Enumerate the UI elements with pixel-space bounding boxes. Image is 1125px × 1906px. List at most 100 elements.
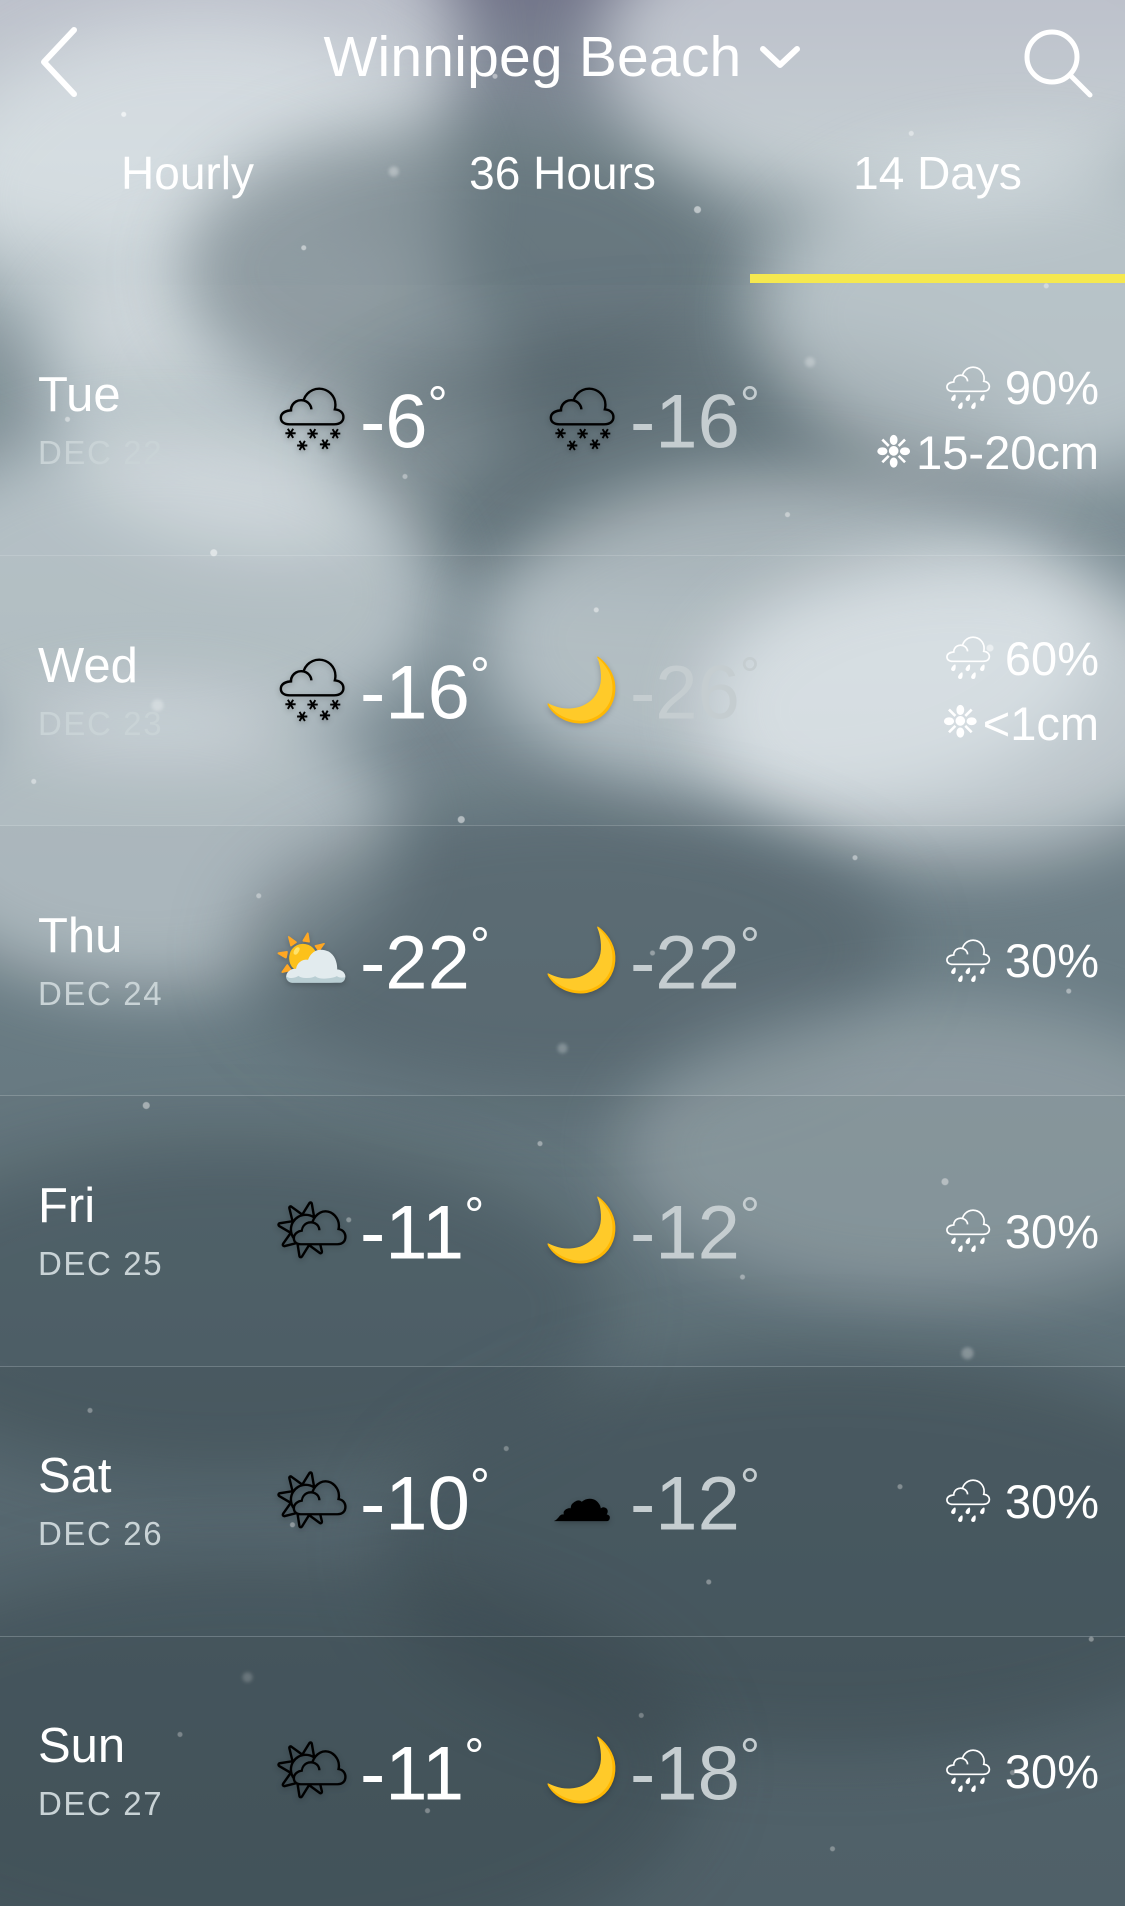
rain-cloud-icon: 🌧 — [941, 936, 995, 984]
day-column: Sun DEC 27 — [38, 1722, 266, 1823]
forecast-row[interactable]: Thu DEC 24 ⛅ -22° 🌙 -22° 🌧 30% — [0, 825, 1125, 1095]
precip-probability-value: 30% — [1004, 1204, 1099, 1258]
day-date: DEC 23 — [38, 704, 164, 742]
precip-probability: 🌧 60% — [942, 631, 1099, 686]
tab-active-indicator — [750, 274, 1125, 283]
day-column: Fri DEC 25 — [38, 1179, 266, 1283]
app-header: Winnipeg Beach — [0, 0, 1125, 130]
snow-cloud-icon: 🌨 — [542, 385, 622, 455]
low-temperature-value: -26 — [630, 650, 740, 736]
forecast-row[interactable]: Wed DEC 23 🌨 -16° 🌙 -26° 🌧 60% ❉ <1cm — [0, 555, 1125, 825]
precip-probability: 🌧 90% — [942, 360, 1099, 415]
high-temperature: -22° — [360, 920, 490, 1001]
high-temperature: -10° — [360, 1461, 490, 1542]
high-temperature: -11° — [360, 1190, 484, 1271]
daytime-forecast: 🌤 -11° — [266, 1190, 536, 1271]
nighttime-forecast: 🌙 -22° — [536, 920, 816, 1001]
low-temperature-value: -18 — [630, 1731, 740, 1817]
sun-cloud-icon: 🌤 — [272, 1466, 352, 1536]
nighttime-forecast: ☁ -12° — [536, 1461, 816, 1542]
precip-probability-value: 30% — [1004, 1744, 1099, 1798]
day-column: Wed DEC 23 — [38, 638, 266, 742]
high-temperature-value: -16 — [360, 650, 470, 736]
location-selector[interactable]: Winnipeg Beach — [0, 26, 1125, 89]
degree-symbol: ° — [469, 1457, 490, 1514]
rain-cloud-icon: 🌧 — [941, 363, 995, 411]
day-date: DEC 24 — [38, 974, 164, 1012]
daytime-forecast: 🌨 -16° — [266, 650, 536, 731]
precip-probability-value: 90% — [1004, 361, 1099, 415]
snow-cloud-icon: 🌨 — [272, 385, 352, 455]
view-tabs: Hourly 36 Hours 14 Days — [0, 138, 1125, 285]
degree-symbol: ° — [739, 917, 760, 974]
precip-probability: 🌧 30% — [942, 1204, 1099, 1259]
degree-symbol: ° — [464, 1187, 485, 1244]
nighttime-forecast: 🌙 -26° — [536, 650, 816, 731]
low-temperature-value: -22 — [630, 920, 740, 1006]
nighttime-forecast: 🌙 -18° — [536, 1731, 816, 1812]
search-icon — [1024, 29, 1093, 98]
forecast-row[interactable]: Sat DEC 26 🌤 -10° ☁ -12° 🌧 30% — [0, 1365, 1125, 1636]
forecast-row[interactable]: Fri DEC 25 🌤 -11° 🌙 -12° 🌧 30% — [0, 1095, 1125, 1366]
precipitation-column: 🌧 30% — [816, 1744, 1099, 1799]
search-button[interactable] — [1017, 22, 1099, 104]
daytime-forecast: 🌤 -10° — [266, 1461, 536, 1542]
rain-cloud-icon: 🌧 — [941, 1747, 995, 1795]
day-name: Sat — [38, 1449, 112, 1504]
low-temperature: -22° — [630, 920, 760, 1001]
day-column: Sat DEC 26 — [38, 1449, 266, 1553]
nighttime-forecast: 🌨 -16° — [536, 379, 816, 460]
tab-14-days[interactable]: 14 Days — [750, 138, 1125, 285]
high-temperature-value: -11 — [360, 1731, 465, 1817]
day-date: DEC 25 — [38, 1245, 164, 1283]
high-temperature-value: -11 — [360, 1190, 465, 1276]
high-temperature-value: -6 — [360, 379, 428, 465]
tab-hourly[interactable]: Hourly — [0, 138, 375, 285]
degree-symbol: ° — [469, 917, 490, 974]
high-temperature-value: -22 — [360, 920, 470, 1006]
degree-symbol: ° — [469, 647, 490, 704]
precipitation-column: 🌧 90% ❉ 15-20cm — [816, 360, 1099, 480]
high-temperature: -6° — [360, 379, 448, 460]
moon-cloud-icon: 🌙 — [543, 655, 621, 725]
precip-probability: 🌧 30% — [942, 933, 1099, 988]
degree-symbol: ° — [739, 647, 760, 704]
precip-probability: 🌧 30% — [942, 1474, 1099, 1529]
day-name: Fri — [38, 1179, 96, 1234]
snowflake-icon: ❉ — [875, 427, 913, 477]
sun-cloud-icon: ⛅ — [273, 925, 351, 995]
daytime-forecast: 🌨 -6° — [266, 379, 536, 460]
low-temperature-value: -12 — [630, 1460, 740, 1546]
snow-accumulation-value: 15-20cm — [916, 426, 1099, 480]
cloud-icon: ☁ — [551, 1466, 613, 1536]
moon-cloud-icon: 🌙 — [543, 1196, 621, 1266]
precip-probability-value: 60% — [1004, 631, 1099, 685]
tab-36-hours[interactable]: 36 Hours — [375, 138, 750, 285]
moon-cloud-icon: 🌙 — [543, 925, 621, 995]
precip-probability-value: 30% — [1004, 1474, 1099, 1528]
precipitation-column: 🌧 60% ❉ <1cm — [816, 631, 1099, 751]
page-title: Winnipeg Beach — [323, 25, 742, 89]
day-name: Thu — [38, 908, 123, 963]
precip-probability-value: 30% — [1004, 934, 1099, 988]
degree-symbol: ° — [427, 376, 448, 433]
rain-cloud-icon: 🌧 — [941, 1207, 995, 1255]
forecast-row[interactable]: Tue DEC 22 🌨 -6° 🌨 -16° 🌧 90% ❉ 15-20cm — [0, 285, 1125, 555]
low-temperature: -12° — [630, 1190, 760, 1271]
forecast-row[interactable]: Sun DEC 27 🌤 -11° 🌙 -18° 🌧 30% — [0, 1635, 1125, 1906]
degree-symbol: ° — [739, 1457, 760, 1514]
day-date: DEC 27 — [38, 1785, 164, 1823]
low-temperature-value: -16 — [630, 379, 740, 465]
low-temperature-value: -12 — [630, 1190, 740, 1276]
day-date: DEC 22 — [38, 434, 164, 472]
daytime-forecast: ⛅ -22° — [266, 920, 536, 1001]
day-date: DEC 26 — [38, 1515, 164, 1553]
high-temperature: -16° — [360, 650, 490, 731]
day-name: Wed — [38, 638, 138, 693]
high-temperature-value: -10 — [360, 1460, 470, 1546]
rain-cloud-icon: 🌧 — [941, 1477, 995, 1525]
sun-cloud-icon: 🌤 — [272, 1196, 352, 1266]
precipitation-column: 🌧 30% — [816, 1474, 1099, 1529]
precip-probability: 🌧 30% — [942, 1744, 1099, 1799]
tab-label: 14 Days — [853, 147, 1022, 199]
